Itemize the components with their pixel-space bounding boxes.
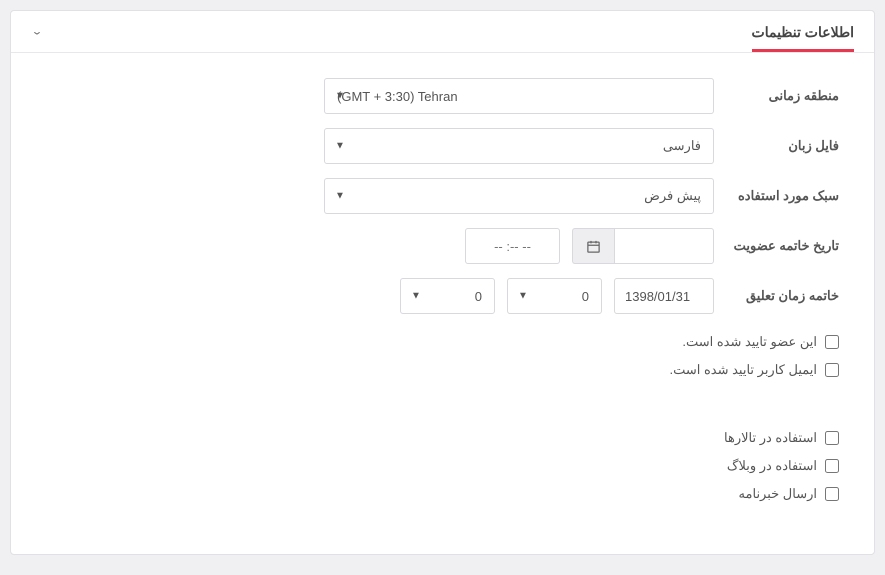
label-expiry: تاریخ خاتمه عضویت — [714, 238, 839, 254]
suspend-select-2-value: 0 — [413, 289, 482, 304]
label-style: سبک مورد استفاده — [714, 188, 839, 204]
row-language: فایل زبان فارسی ▼ — [46, 128, 839, 164]
select-language[interactable]: فارسی ▼ — [324, 128, 714, 164]
checkbox-row-forums: استفاده در تالارها — [46, 430, 839, 446]
chevron-down-icon: ▼ — [335, 191, 345, 202]
checkbox-email-confirmed[interactable] — [825, 363, 839, 377]
checkbox-blog[interactable] — [825, 459, 839, 473]
chevron-down-icon: ▼ — [411, 291, 421, 302]
checkbox-forums[interactable] — [825, 431, 839, 445]
checkbox-row-newsletter: ارسال خبرنامه — [46, 486, 839, 502]
row-style: سبک مورد استفاده پیش فرض ▼ — [46, 178, 839, 214]
expiry-date-input[interactable] — [614, 228, 714, 264]
suspend-date-input[interactable] — [614, 278, 714, 314]
checkbox-approved-label[interactable]: این عضو تایید شده است. — [682, 334, 817, 350]
row-suspend: خاتمه زمان تعلیق ▼ 0 ▼ 0 — [46, 278, 839, 314]
row-expiry: تاریخ خاتمه عضویت — [46, 228, 839, 264]
chevron-down-icon: ▼ — [335, 91, 345, 102]
checkbox-row-blog: استفاده در وبلاگ — [46, 458, 839, 474]
chevron-down-icon: ▼ — [518, 291, 528, 302]
panel-body: منطقه زمانی (GMT + 3:30) Tehran ▼ فایل ز… — [11, 53, 874, 554]
label-language: فایل زبان — [714, 138, 839, 154]
checkbox-row-approved: این عضو تایید شده است. — [46, 334, 839, 350]
select-language-value: فارسی — [663, 138, 701, 154]
chevron-down-icon: ▼ — [335, 141, 345, 152]
checkbox-forums-label[interactable]: استفاده در تالارها — [724, 430, 817, 446]
checkbox-row-email: ایمیل کاربر تایید شده است. — [46, 362, 839, 378]
select-style[interactable]: پیش فرض ▼ — [324, 178, 714, 214]
row-timezone: منطقه زمانی (GMT + 3:30) Tehran ▼ — [46, 78, 839, 114]
checkbox-newsletter[interactable] — [825, 487, 839, 501]
checkbox-email-label[interactable]: ایمیل کاربر تایید شده است. — [669, 362, 817, 378]
suspend-select-1[interactable]: ▼ 0 — [507, 278, 602, 314]
calendar-button[interactable] — [572, 228, 614, 264]
chevron-down-icon[interactable]: ⌄ — [31, 26, 43, 38]
select-style-value: پیش فرض — [644, 188, 701, 204]
calendar-icon — [586, 239, 601, 254]
label-timezone: منطقه زمانی — [714, 88, 839, 104]
checkbox-approved[interactable] — [825, 335, 839, 349]
suspend-select-1-value: 0 — [520, 289, 589, 304]
panel-title: اطلاعات تنظیمات — [752, 24, 854, 52]
label-suspend: خاتمه زمان تعلیق — [714, 288, 839, 304]
settings-panel: اطلاعات تنظیمات ⌄ منطقه زمانی (GMT + 3:3… — [10, 10, 875, 555]
select-timezone-value: (GMT + 3:30) Tehran — [337, 89, 458, 104]
checkbox-section-1: این عضو تایید شده است. ایمیل کاربر تایید… — [46, 334, 839, 378]
checkbox-section-2: استفاده در تالارها استفاده در وبلاگ ارسا… — [46, 430, 839, 502]
checkbox-newsletter-label[interactable]: ارسال خبرنامه — [739, 486, 817, 502]
suspend-select-2[interactable]: ▼ 0 — [400, 278, 495, 314]
expiry-time-input[interactable] — [465, 228, 560, 264]
checkbox-blog-label[interactable]: استفاده در وبلاگ — [727, 458, 817, 474]
panel-header: اطلاعات تنظیمات ⌄ — [11, 11, 874, 53]
select-timezone[interactable]: (GMT + 3:30) Tehran ▼ — [324, 78, 714, 114]
